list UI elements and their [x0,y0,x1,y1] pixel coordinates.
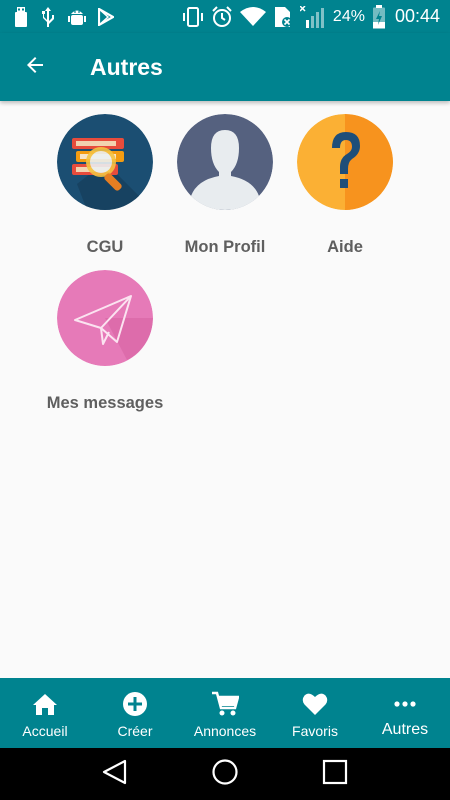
vibrate-icon [182,6,204,28]
nav-item-autres[interactable]: Autres [360,678,450,748]
triangle-back-icon [101,758,129,791]
usb-icon [14,6,28,27]
menu-item-label: Mon Profil [184,238,266,256]
sim-off-icon [273,6,293,28]
paper-plane-icon [57,270,153,366]
nav-label: Accueil [22,723,68,739]
menu-item-label: Aide [327,238,363,256]
nav-item-annonces[interactable]: Annonces [180,678,270,748]
plus-circle-icon [122,691,148,717]
books-search-icon [57,114,153,210]
nav-label: Favoris [292,723,338,739]
nav-label: Créer [117,723,153,739]
system-recents-button[interactable] [315,754,355,794]
back-button[interactable] [0,33,70,101]
more-icon [394,691,416,717]
nav-label: Annonces [193,723,257,739]
menu-item-help[interactable]: Aide [285,114,405,257]
nav-item-accueil[interactable]: Accueil [0,678,90,748]
menu-item-label: CGU [86,238,124,256]
status-bar-right: 24% 00:44 [182,4,440,29]
home-icon [32,691,58,717]
signal-icon [299,5,326,28]
heart-icon [302,691,328,717]
alarm-icon [211,5,233,28]
nav-label: Autres [381,721,429,738]
play-store-icon [98,7,114,26]
battery-charging-icon [372,4,386,29]
android-debug-icon [68,7,86,27]
screen: 24% 00:44 Autres CGU Mon Profil Aide Mes… [0,0,450,800]
nav-item-creer[interactable]: Créer [90,678,180,748]
question-icon [297,114,393,210]
menu-item-cgu[interactable]: CGU [45,114,165,257]
page-title: Autres [90,53,163,80]
square-recents-icon [322,759,348,790]
wifi-icon [239,6,266,27]
menu-item-profile[interactable]: Mon Profil [165,114,285,257]
nav-item-favoris[interactable]: Favoris [270,678,360,748]
clock: 00:44 [394,6,440,26]
usb-icon [40,6,56,27]
status-bar: 24% 00:44 [0,0,450,33]
menu-grid: CGU Mon Profil Aide Mes messages [0,101,450,678]
user-profile-icon [177,114,273,210]
menu-item-messages[interactable]: Mes messages [45,270,165,413]
status-bar-left [14,6,114,27]
arrow-back-icon [23,53,47,82]
circle-home-icon [211,758,239,791]
bottom-nav: Accueil Créer Annonces Favoris Autres [0,678,450,748]
menu-item-label: Mes messages [46,394,164,412]
system-home-button[interactable] [205,754,245,794]
system-nav-bar [0,748,450,800]
app-bar: Autres [0,33,450,101]
system-back-button[interactable] [95,754,135,794]
battery-percent: 24% [332,7,365,25]
cart-icon [211,691,239,717]
